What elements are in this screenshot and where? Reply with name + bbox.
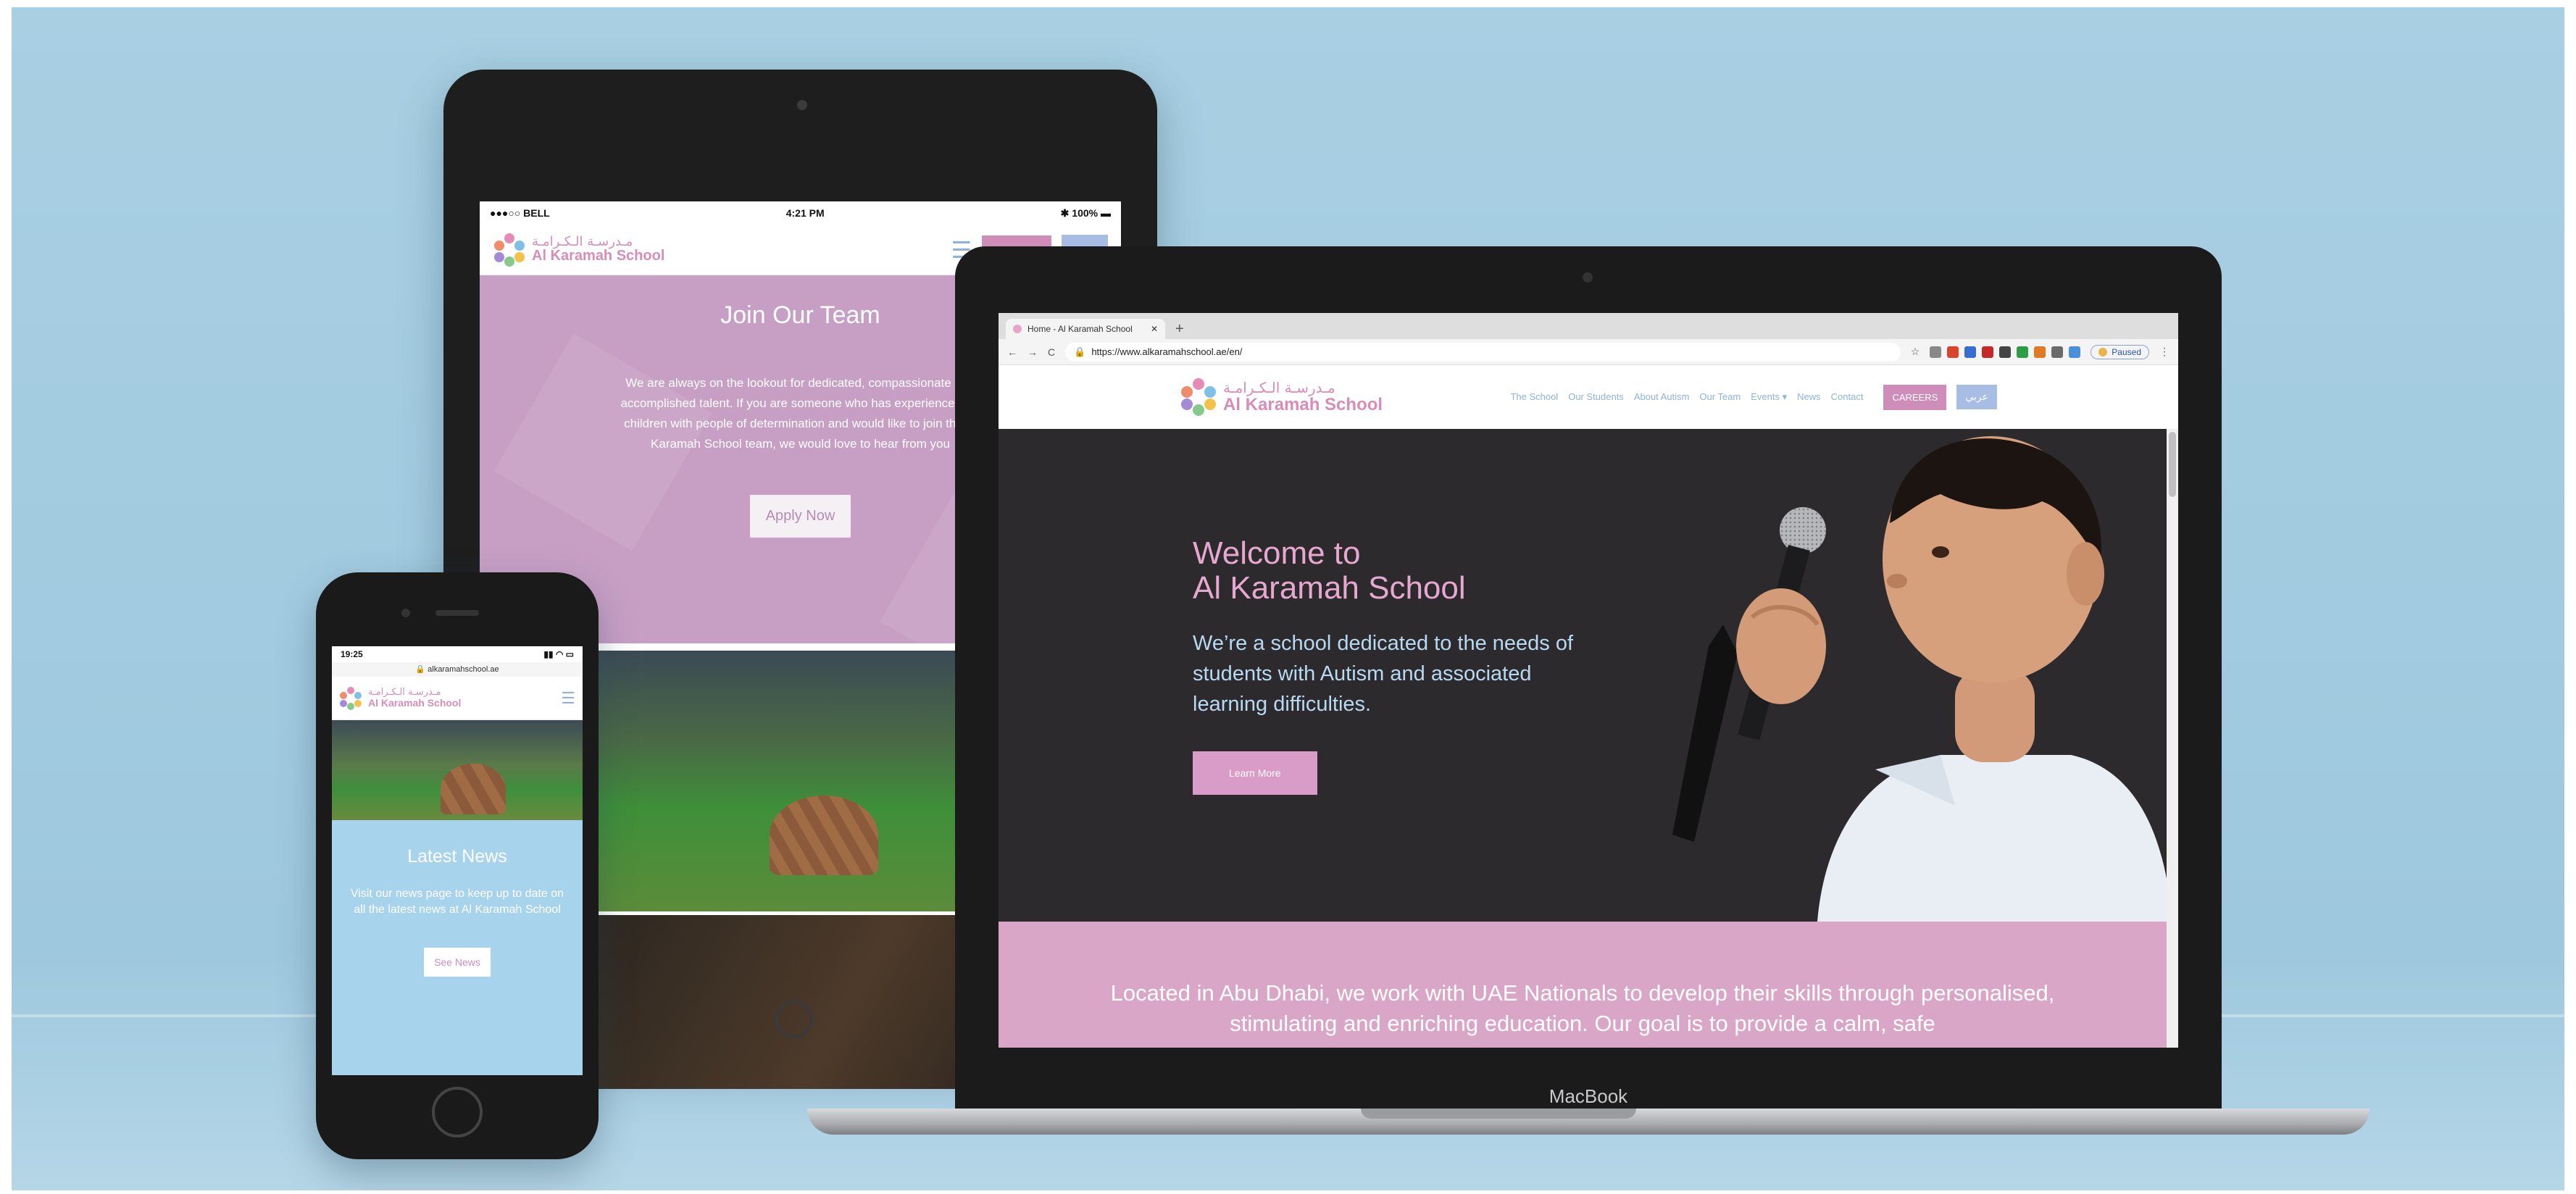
hero-body: We’re a school dedicated to the needs of… — [1193, 631, 1574, 716]
site-navigation: مـدرسـة الـكـرامـة Al Karamah School The… — [999, 365, 2178, 429]
profile-paused-button[interactable]: Paused — [2091, 344, 2149, 359]
apply-now-button[interactable]: Apply Now — [749, 495, 851, 538]
logo-english-text: Al Karamah School — [368, 696, 462, 709]
extension-icon[interactable] — [2051, 346, 2064, 358]
extension-icon[interactable] — [1999, 346, 2012, 358]
favicon-icon — [1013, 325, 1022, 333]
latest-news-title: Latest News — [407, 846, 507, 867]
join-team-body: We are always on the lookout for dedicat… — [620, 376, 980, 451]
close-tab-icon[interactable]: ✕ — [1151, 324, 1158, 334]
menu-item-contact[interactable]: Contact — [1831, 391, 1864, 403]
logo-arabic-text: مـدرسـة الـكـرامـة — [368, 687, 441, 698]
about-section: Located in Abu Dhabi, we work with UAE N… — [999, 922, 2167, 1048]
signal-wifi-battery-icons: ▮▮ ◠ ▭ — [543, 649, 574, 659]
about-text: Located in Abu Dhabi, we work with UAE N… — [1110, 980, 2055, 1036]
site-logo[interactable]: مـدرسـة الـكـرامـة Al Karamah School — [1180, 378, 1383, 416]
playground-photo — [332, 720, 583, 820]
browser-toolbar: ← → C 🔒 https://www.alkaramahschool.ae/e… — [999, 339, 2178, 365]
status-time: 4:21 PM — [785, 207, 825, 219]
lock-icon: 🔒 — [1074, 346, 1086, 357]
logo-flower-icon — [1180, 378, 1217, 416]
address-url: https://www.alkaramahschool.ae/en/ — [1091, 346, 1243, 357]
learn-more-button[interactable]: Learn More — [1193, 751, 1317, 795]
phone-status-bar: 19:25 ▮▮ ◠ ▭ — [332, 646, 583, 662]
reload-icon[interactable]: C — [1048, 346, 1055, 358]
main-menu: The School Our Students About Autism Our… — [1510, 391, 1863, 403]
carrier-label: ●●●○○ BELL — [490, 207, 550, 219]
extension-icon[interactable] — [2069, 346, 2081, 358]
extension-icon[interactable] — [2017, 346, 2029, 358]
latest-news-body: Visit our news page to keep up to date o… — [350, 888, 564, 916]
logo-arabic-text: مـدرسـة الـكـرامـة — [532, 233, 633, 249]
logo-flower-icon — [339, 686, 362, 710]
more-options-icon[interactable]: ⋮ — [2159, 346, 2169, 358]
new-tab-icon[interactable]: + — [1170, 319, 1190, 339]
site-logo[interactable]: مـدرسـة الـكـرامـة Al Karamah School — [493, 233, 664, 267]
logo-english-text: Al Karamah School — [1223, 394, 1383, 414]
phone-device: 19:25 ▮▮ ◠ ▭ 🔒 alkaramahschool.ae مـدرسـ… — [316, 572, 599, 1159]
see-news-button[interactable]: See News — [424, 948, 491, 977]
phone-url-bar[interactable]: 🔒 alkaramahschool.ae — [332, 662, 583, 677]
back-icon[interactable]: ← — [1007, 346, 1017, 358]
address-bar[interactable]: 🔒 https://www.alkaramahschool.ae/en/ — [1065, 342, 1901, 362]
browser-tab-bar: Home - Al Karamah School ✕ + — [999, 313, 2178, 339]
hero-text: Welcome to Al Karamah School We’re a sch… — [1193, 535, 1598, 795]
menu-item-news[interactable]: News — [1797, 391, 1821, 403]
arabic-language-button[interactable]: عربي — [1956, 385, 1997, 409]
careers-button[interactable]: CAREERS — [1883, 384, 1947, 410]
laptop-screen: Home - Al Karamah School ✕ + ← → C 🔒 htt… — [999, 313, 2178, 1048]
site-logo[interactable]: مـدرسـة الـكـرامـة Al Karamah School — [339, 686, 462, 710]
bookmark-star-icon[interactable]: ☆ — [1911, 346, 1920, 358]
phone-screen: 19:25 ▮▮ ◠ ▭ 🔒 alkaramahschool.ae مـدرسـ… — [332, 646, 583, 1075]
logo-arabic-text: مـدرسـة الـكـرامـة — [1223, 378, 1335, 396]
tab-title: Home - Al Karamah School — [1028, 324, 1133, 334]
menu-item-events[interactable]: Events ▾ — [1751, 391, 1787, 403]
student-with-microphone-image — [1672, 436, 2167, 922]
laptop-brand-label: MacBook — [1548, 1085, 1628, 1107]
laptop-device: Home - Al Karamah School ✕ + ← → C 🔒 htt… — [955, 246, 2222, 1124]
phone-site-header: مـدرسـة الـكـرامـة Al Karamah School ☰ — [332, 677, 583, 720]
phone-camera — [401, 609, 410, 617]
phone-time: 19:25 — [341, 649, 363, 659]
tablet-status-bar: ●●●○○ BELL 4:21 PM ✱ 100% ▬ — [480, 201, 1121, 225]
latest-news-section: Latest News Visit our news page to keep … — [332, 820, 583, 1075]
tablet-camera — [797, 100, 807, 110]
tablet-home-button[interactable] — [775, 1001, 813, 1038]
logo-english-text: Al Karamah School — [532, 248, 665, 264]
extension-icon[interactable] — [1982, 346, 1994, 358]
extensions-area — [1930, 346, 2081, 358]
menu-item-the-school[interactable]: The School — [1510, 391, 1558, 403]
browser-tab[interactable]: Home - Al Karamah School ✕ — [1006, 319, 1165, 339]
hero-section: Welcome to Al Karamah School We’re a sch… — [999, 429, 2167, 922]
extension-icon[interactable] — [1930, 346, 1942, 358]
extension-icon[interactable] — [2034, 346, 2046, 358]
page-scrollbar[interactable] — [2167, 429, 2178, 1048]
mockup-scene: ●●●○○ BELL 4:21 PM ✱ 100% ▬ مـدرسـة الـك… — [12, 7, 2564, 1190]
extension-icon[interactable] — [1947, 346, 1959, 358]
forward-icon[interactable]: → — [1028, 346, 1038, 358]
menu-item-our-students[interactable]: Our Students — [1568, 391, 1624, 403]
laptop-camera — [1583, 272, 1593, 283]
phone-home-button[interactable] — [432, 1087, 483, 1137]
menu-item-about-autism[interactable]: About Autism — [1634, 391, 1690, 403]
hero-title: Welcome to Al Karamah School — [1193, 535, 1466, 606]
menu-icon[interactable]: ☰ — [561, 689, 575, 708]
phone-speaker — [435, 610, 479, 616]
logo-flower-icon — [493, 233, 526, 267]
extension-icon[interactable] — [1964, 346, 1977, 358]
menu-item-our-team[interactable]: Our Team — [1699, 391, 1741, 403]
battery-label: ✱ 100% ▬ — [1060, 206, 1111, 219]
laptop-hinge-notch — [1361, 1109, 1636, 1119]
